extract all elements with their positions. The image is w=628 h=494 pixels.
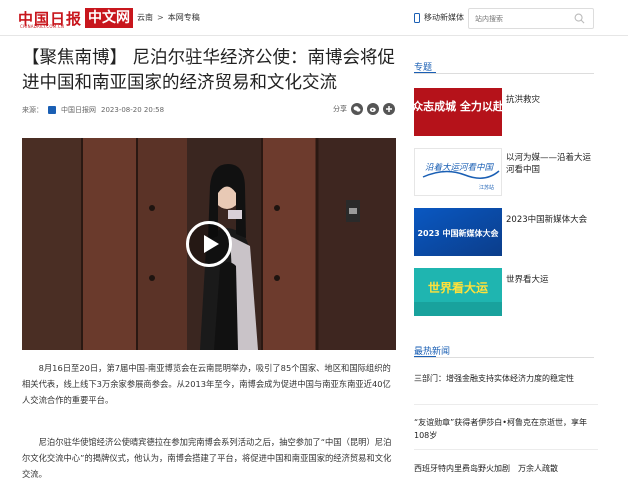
article-paragraph: 8月16日至20日，第7届中国-南亚博览会在云南昆明举办，吸引了85个国家、地区… <box>22 363 391 405</box>
topic-thumbnail: 世界看大运 <box>414 268 502 316</box>
phone-icon <box>414 12 420 23</box>
news-item[interactable]: 三部门：增强金融支持实体经济力度的稳定性 <box>414 372 598 385</box>
topic-thumbnail: 众志成城 全力以赴 <box>414 88 502 136</box>
site-header: 中国日报 CHINADAILY.COM.CN 中文网 云南 > 本网专稿 移动新… <box>0 0 628 36</box>
logo-subtext: CHINADAILY.COM.CN <box>20 24 65 29</box>
topic-label: 2023中国新媒体大会 <box>506 215 588 225</box>
logo-box: 中文网 <box>85 8 134 28</box>
mobile-media-label: 移动新媒体 <box>424 13 464 22</box>
breadcrumb: 云南 > 本网专稿 <box>137 12 200 23</box>
topic-thumbnail: 沿着大运河看中国 江苏站 <box>414 148 502 196</box>
topic-item-grand-canal[interactable]: 沿着大运河看中国 江苏站 以河为媒——沿着大运河看中国 <box>414 148 604 196</box>
breadcrumb-item-original[interactable]: 本网专稿 <box>168 12 200 23</box>
share-bar: 分享 <box>333 103 395 115</box>
play-icon <box>204 235 219 253</box>
news-item[interactable]: “友谊勋章”获得者伊莎白•柯鲁克在京逝世，享年108岁 <box>414 416 598 442</box>
topic-thumb-text: 2023 中国新媒体大会 <box>417 228 498 238</box>
source-logo-icon <box>48 106 56 114</box>
article-title: 【聚焦南博】 尼泊尔驻华经济公使：南博会将促进中国和南亚国家的经济贸易和文化交流 <box>22 48 396 93</box>
mobile-media-link[interactable]: 移动新媒体 <box>414 12 464 23</box>
hot-news-divider <box>414 357 594 358</box>
video-player[interactable] <box>22 138 396 350</box>
topic-thumb-text: 众志成城 全力以赴 <box>414 99 502 113</box>
topic-thumbnail: 2023 中国新媒体大会 <box>414 208 502 256</box>
search-icon[interactable] <box>574 13 585 24</box>
topic-label: 以河为媒——沿着大运河看中国 <box>506 153 592 175</box>
topic-label: 抗洪救灾 <box>506 95 541 105</box>
weibo-icon[interactable] <box>367 103 379 115</box>
news-item[interactable]: 西班牙特内里费岛野火加剧 万余人疏散 <box>414 462 598 475</box>
news-divider <box>414 449 598 450</box>
topics-divider <box>414 73 594 74</box>
play-button[interactable] <box>186 221 232 267</box>
topic-thumb-text: 世界看大运 <box>428 280 488 295</box>
search-input[interactable] <box>475 14 575 23</box>
breadcrumb-separator: > <box>157 13 164 22</box>
search-box <box>468 8 594 29</box>
topic-item-new-media[interactable]: 2023 中国新媒体大会 2023中国新媒体大会 <box>414 208 604 256</box>
breadcrumb-item-yunnan[interactable]: 云南 <box>137 12 153 23</box>
topic-thumb-subtext: 江苏站 <box>479 184 494 191</box>
topic-item-flood[interactable]: 众志成城 全力以赴 抗洪救灾 <box>414 88 604 136</box>
publish-datetime: 2023-08-20 20:58 <box>101 106 165 114</box>
wechat-icon[interactable] <box>351 103 363 115</box>
plus-icon[interactable] <box>383 103 395 115</box>
source-name[interactable]: 中国日报网 <box>61 105 96 115</box>
article-paragraph: 尼泊尔驻华使馆经济公使晴宾德拉在参加完南博会系列活动之后，抽空参加了“中国（昆明… <box>22 437 392 479</box>
topic-label: 世界看大运 <box>506 275 549 285</box>
news-divider <box>414 404 598 405</box>
site-logo[interactable]: 中国日报 CHINADAILY.COM.CN 中文网 <box>18 7 134 29</box>
article-meta: 来源： 中国日报网 2023-08-20 20:58 <box>22 105 164 115</box>
source-label: 来源： <box>22 106 43 114</box>
topic-item-universiade[interactable]: 世界看大运 世界看大运 <box>414 268 604 316</box>
topic-thumb-text: 沿着大运河看中国 <box>425 162 495 173</box>
share-label: 分享 <box>333 105 347 113</box>
